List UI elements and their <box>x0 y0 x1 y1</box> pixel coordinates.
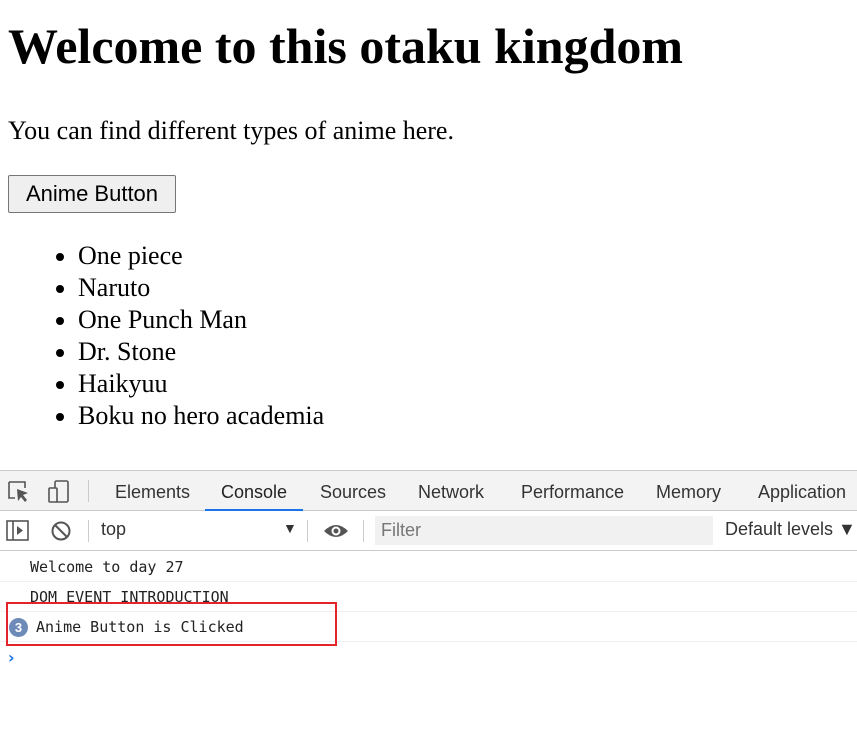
tab-application[interactable]: Application <box>758 471 846 510</box>
anime-button[interactable]: Anime Button <box>8 175 176 213</box>
sidebar-toggle-icon[interactable] <box>6 520 30 547</box>
filter-input[interactable] <box>375 516 713 545</box>
toolbar-divider <box>307 520 308 542</box>
list-item: Dr. Stone <box>78 336 324 368</box>
console-message: 3 Anime Button is Clicked <box>0 612 857 642</box>
console-message: DOM EVENT INTRODUCTION <box>0 582 857 612</box>
console-toolbar: top ▼ Default levels ▼ <box>0 511 857 551</box>
toolbar-divider <box>88 520 89 542</box>
devtools-tabbar: Elements Console Sources Network Perform… <box>0 470 857 511</box>
tab-memory[interactable]: Memory <box>656 471 721 510</box>
intro-text: You can find different types of anime he… <box>8 116 454 145</box>
page-heading: Welcome to this otaku kingdom <box>8 18 684 74</box>
chevron-down-icon[interactable]: ▼ <box>283 520 297 536</box>
tab-network[interactable]: Network <box>418 471 484 510</box>
list-item: One Punch Man <box>78 304 324 336</box>
console-messages: Welcome to day 27 DOM EVENT INTRODUCTION… <box>0 552 857 642</box>
console-message: Welcome to day 27 <box>0 552 857 582</box>
console-message-text: DOM EVENT INTRODUCTION <box>30 588 229 606</box>
console-prompt-icon[interactable]: › <box>8 648 15 667</box>
toolbar-divider <box>88 480 89 502</box>
anime-list: One piece Naruto One Punch Man Dr. Stone… <box>0 240 324 432</box>
list-item: Haikyuu <box>78 368 324 400</box>
tab-sources[interactable]: Sources <box>320 471 386 510</box>
console-message-text: Welcome to day 27 <box>30 558 184 576</box>
tab-console[interactable]: Console <box>204 471 304 511</box>
list-item: Boku no hero academia <box>78 400 324 432</box>
eye-icon[interactable] <box>322 521 350 546</box>
device-toolbar-icon[interactable] <box>46 479 72 505</box>
context-selector[interactable]: top <box>101 519 126 540</box>
web-page: Welcome to this otaku kingdom You can fi… <box>0 0 857 470</box>
inspect-element-icon[interactable] <box>6 479 32 505</box>
tab-performance[interactable]: Performance <box>521 471 624 510</box>
tab-elements[interactable]: Elements <box>115 471 190 510</box>
devtools-panel: Elements Console Sources Network Perform… <box>0 470 857 740</box>
clear-console-icon[interactable] <box>50 520 72 547</box>
default-levels-dropdown[interactable]: Default levels ▼ <box>725 519 856 540</box>
console-message-text: Anime Button is Clicked <box>36 618 244 636</box>
list-item: Naruto <box>78 272 324 304</box>
toolbar-divider <box>363 520 364 542</box>
repeat-count-badge: 3 <box>9 618 28 637</box>
list-item: One piece <box>78 240 324 272</box>
